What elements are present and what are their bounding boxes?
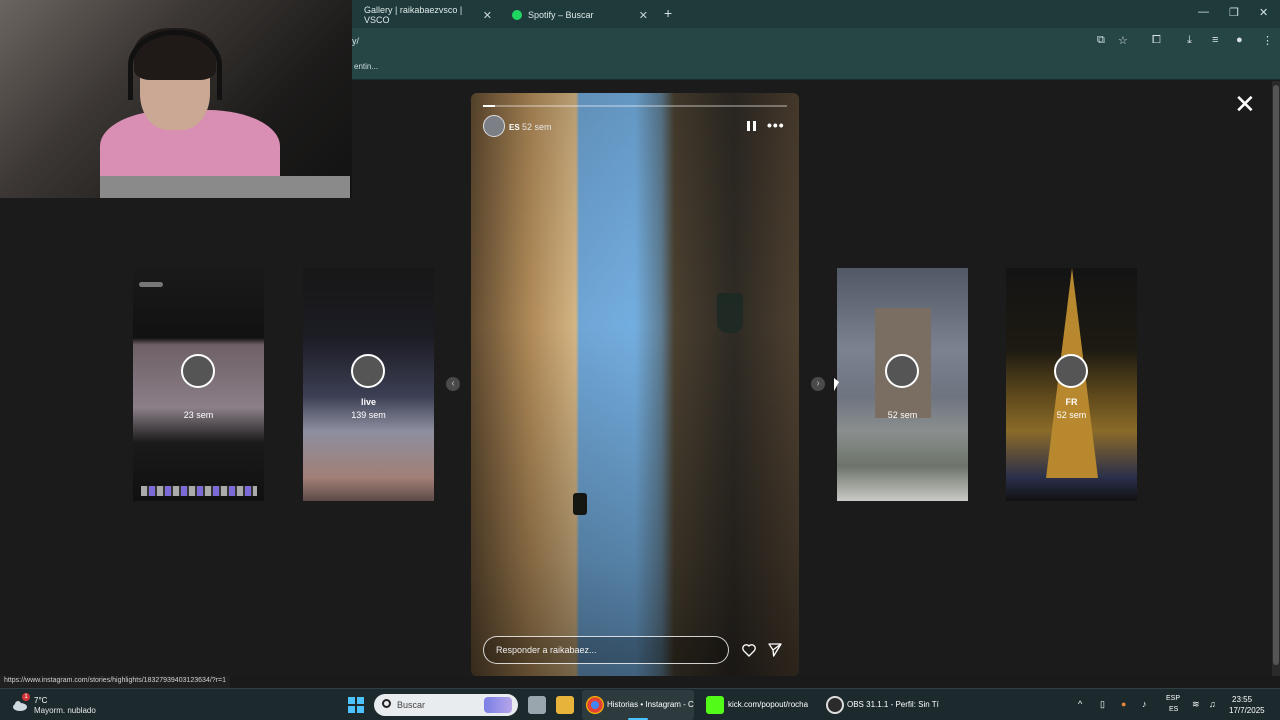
windows-taskbar: 1 7°C Mayorm. nublado Buscar Historias •… [0, 688, 1280, 720]
thumb-progress [139, 282, 163, 287]
battery-icon[interactable]: ▯ [1100, 699, 1105, 710]
search-highlight-icon [484, 697, 512, 713]
thumb-avatar [181, 354, 215, 388]
extensions-icon[interactable]: ⧠ [1152, 34, 1161, 47]
story-overlay [471, 93, 799, 676]
file-explorer-icon[interactable] [556, 696, 574, 714]
weather-badge: 1 [22, 693, 30, 701]
active-story[interactable]: ES 52 sem ••• Responder a raikabaez... [471, 93, 799, 676]
install-app-icon[interactable]: ⧉ [1097, 34, 1105, 47]
thumb-avatar [885, 354, 919, 388]
search-icon [382, 699, 391, 708]
spotify-icon [512, 10, 522, 20]
close-viewer-button[interactable]: ✕ [1234, 91, 1256, 117]
send-icon[interactable] [767, 642, 783, 658]
downloads-icon[interactable]: ⤓ [1187, 34, 1192, 47]
clock-date[interactable]: 17/7/2025 [1229, 706, 1265, 715]
reply-input[interactable]: Responder a raikabaez... [483, 636, 729, 664]
taskbar-app-label[interactable]: OBS 31.1.1 - Perfil: Sin Tí [847, 700, 939, 709]
weather-temperature[interactable]: 7°C [34, 696, 47, 705]
tab-close-icon[interactable]: ✕ [483, 9, 492, 22]
window-close-icon[interactable]: ✕ [1259, 6, 1268, 19]
story-username[interactable]: ES [509, 123, 520, 132]
thumb-time: 139 sem [351, 410, 386, 420]
clock-time[interactable]: 23:55 [1232, 695, 1252, 704]
wifi-icon[interactable]: ≋ [1192, 699, 1200, 710]
story-avatar[interactable] [483, 115, 505, 137]
start-button[interactable] [348, 697, 364, 713]
kick-icon[interactable] [706, 696, 724, 714]
taskbar-app-label[interactable]: kick.com/popout/rocha [728, 700, 808, 709]
minimize-icon[interactable]: — [1198, 6, 1209, 18]
task-view-icon[interactable] [528, 696, 546, 714]
next-story-arrow-icon[interactable]: › [811, 377, 825, 391]
app-tray-icon[interactable]: ● [1121, 699, 1126, 709]
thumb-title: live [360, 397, 376, 407]
tab-spotify[interactable]: Spotify – Buscar ✕ [504, 4, 654, 26]
thumb-avatar [351, 354, 385, 388]
thumb-title: FR [1065, 397, 1078, 407]
url-text[interactable]: y/ [352, 36, 359, 46]
search-placeholder: Buscar [397, 700, 426, 710]
thumb-time: 52 sem [1056, 410, 1087, 420]
webcam-desk [100, 176, 350, 198]
thumb-time: 52 sem [887, 410, 918, 420]
tab-label: Spotify – Buscar [528, 10, 594, 20]
thumb-time: 23 sem [183, 410, 214, 420]
story-progress-fill [483, 105, 496, 107]
microphone-icon[interactable]: ♪ [1142, 699, 1147, 709]
taskbar-search[interactable]: Buscar [374, 694, 518, 716]
story-thumbnail[interactable]: FR 52 sem [1006, 268, 1137, 501]
tab-label: Gallery | raikabaezvsco | VSCO [364, 5, 463, 25]
more-options-icon[interactable]: ••• [767, 117, 785, 133]
status-bar-url: https://www.instagram.com/stories/highli… [0, 676, 230, 688]
volume-icon[interactable]: ♫ [1209, 699, 1216, 709]
chrome-icon[interactable] [586, 696, 604, 714]
mouse-cursor [834, 378, 839, 391]
profile-avatar-icon[interactable]: ● [1236, 34, 1243, 46]
story-thumbnail[interactable]: live 139 sem [303, 268, 434, 501]
webcam-overlay [0, 0, 352, 198]
bookmark-star-icon[interactable]: ☆ [1118, 34, 1128, 47]
weather-description[interactable]: Mayorm. nublado [34, 706, 96, 715]
tab-close-icon[interactable]: ✕ [639, 9, 648, 22]
browser-menu-icon[interactable]: ⋮ [1262, 34, 1273, 47]
headset-icon [128, 30, 222, 100]
media-control-icon[interactable]: ≡ [1212, 34, 1218, 46]
story-thumbnail[interactable]: 52 sem [837, 268, 968, 501]
story-timestamp: 52 sem [522, 122, 552, 132]
thumb-avatar [1054, 354, 1088, 388]
keyboard-layout-indicator[interactable]: ES [1169, 706, 1178, 713]
story-progress-bar [483, 105, 787, 107]
story-thumbnail[interactable]: 23 sem [133, 268, 264, 501]
page-scrollbar[interactable] [1272, 81, 1280, 676]
language-indicator[interactable]: ESP [1166, 695, 1180, 702]
previous-story-arrow-icon[interactable]: ‹ [446, 377, 460, 391]
bookmark-item[interactable]: entin... [354, 62, 378, 71]
tab-vsco-gallery[interactable]: Gallery | raikabaezvsco | VSCO ✕ [356, 4, 498, 26]
scrollbar-thumb[interactable] [1273, 85, 1279, 665]
taskbar-app-label[interactable]: Historias • Instagram - C [607, 700, 694, 709]
new-tab-button[interactable]: + [664, 5, 672, 21]
restore-icon[interactable]: ❐ [1229, 6, 1239, 19]
thumb-emoji-strip [141, 486, 257, 496]
obs-icon[interactable] [826, 696, 844, 714]
pause-icon[interactable] [747, 121, 757, 131]
tray-overflow-chevron-icon[interactable]: ^ [1078, 699, 1082, 709]
heart-icon[interactable] [741, 642, 757, 658]
